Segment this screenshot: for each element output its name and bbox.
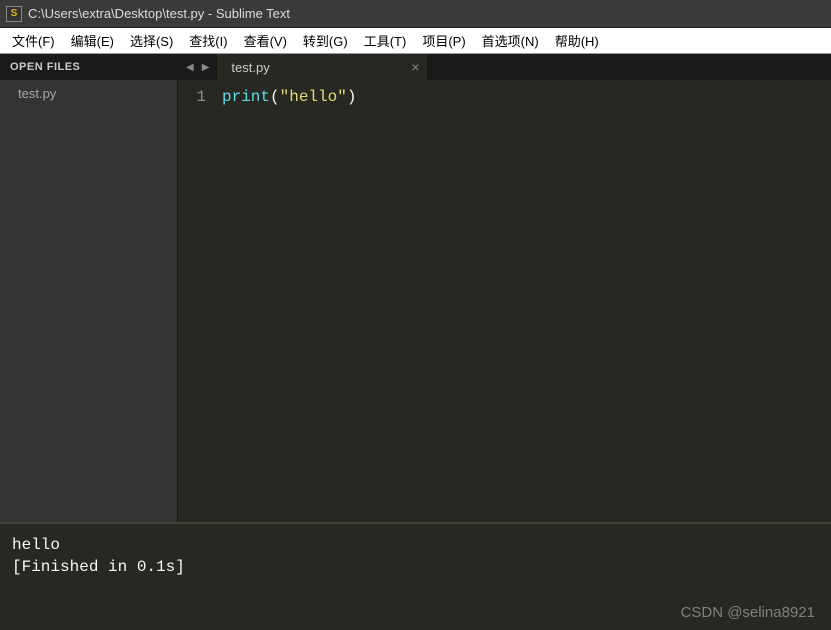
menu-project[interactable]: 项目(P) [414,28,473,53]
menu-tools[interactable]: 工具(T) [356,28,415,53]
menubar: 文件(F) 编辑(E) 选择(S) 查找(I) 查看(V) 转到(G) 工具(T… [0,28,831,54]
sidebar-file-item[interactable]: test.py [0,80,177,107]
titlebar: S C:\Users\extra\Desktop\test.py - Subli… [0,0,831,28]
tabbar: ◀ ▶ test.py × [178,54,831,80]
watermark: CSDN @selina8921 [681,602,815,624]
editor-panel: ◀ ▶ test.py × 1 print("hello") [178,54,831,522]
tab-test-py[interactable]: test.py × [217,54,427,80]
menu-find[interactable]: 查找(I) [181,28,235,53]
code-token: ) [347,88,357,106]
tab-prev-icon[interactable]: ◀ [184,62,196,73]
menu-select[interactable]: 选择(S) [122,28,181,53]
editor-area[interactable]: 1 print("hello") [178,80,831,522]
build-output-panel[interactable]: hello [Finished in 0.1s] CSDN @selina892… [0,522,831,630]
sidebar: OPEN FILES test.py [0,54,178,522]
menu-goto[interactable]: 转到(G) [295,28,356,53]
code-token: "hello" [280,88,347,106]
menu-preferences[interactable]: 首选项(N) [474,28,547,53]
tab-label: test.py [231,60,269,75]
tab-next-icon[interactable]: ▶ [200,62,212,73]
tab-nav-arrows: ◀ ▶ [178,54,217,80]
sidebar-header: OPEN FILES [0,54,177,80]
menu-help[interactable]: 帮助(H) [547,28,607,53]
line-gutter: 1 [178,80,214,522]
workspace: OPEN FILES test.py ◀ ▶ test.py × 1 print… [0,54,831,522]
code-token: print [222,88,270,106]
console-output-line: hello [12,536,60,554]
code-content[interactable]: print("hello") [214,80,831,522]
menu-file[interactable]: 文件(F) [4,28,63,53]
line-number: 1 [178,86,206,108]
menu-view[interactable]: 查看(V) [236,28,295,53]
menu-edit[interactable]: 编辑(E) [63,28,122,53]
window-title: C:\Users\extra\Desktop\test.py - Sublime… [28,6,290,21]
app-icon: S [6,6,22,22]
console-status-line: [Finished in 0.1s] [12,558,185,576]
code-token: ( [270,88,280,106]
tab-close-icon[interactable]: × [411,60,419,74]
